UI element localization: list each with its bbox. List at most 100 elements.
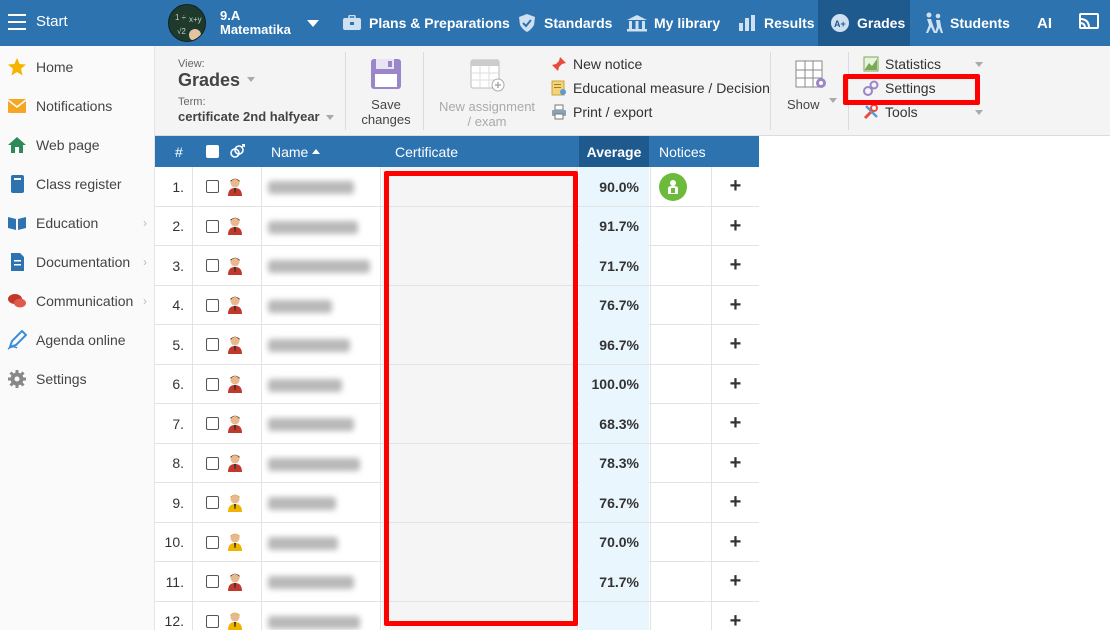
certificate-cell[interactable] [382,562,578,601]
add-grade-button[interactable]: + [712,207,759,246]
sidebar-item-class-register[interactable]: Class register [0,164,155,203]
header-name[interactable]: Name [271,136,321,167]
student-name-blurred[interactable] [261,601,381,630]
notice-cell[interactable] [650,206,712,246]
student-name-blurred[interactable] [261,562,381,601]
add-grade-button[interactable]: + [712,444,759,483]
student-name-blurred[interactable] [261,364,381,404]
notice-cell[interactable] [650,562,712,601]
certificate-cell[interactable] [382,364,578,404]
nav-my-library[interactable]: My library [626,0,720,46]
add-grade-button[interactable]: + [712,286,759,325]
add-grade-button[interactable]: + [712,404,759,443]
notice-cell[interactable] [650,522,712,562]
notice-cell[interactable] [650,601,712,630]
nav-results[interactable]: Results [736,0,815,46]
settings-button[interactable]: Settings [863,78,936,98]
certificate-cell[interactable] [382,167,578,206]
add-grade-button[interactable]: + [712,483,759,522]
certificate-cell[interactable] [382,522,578,562]
notice-cell[interactable] [650,364,712,404]
tools-button[interactable]: Tools [863,102,918,122]
row-checkbox[interactable] [206,523,219,562]
certificate-cell[interactable] [382,483,578,522]
notice-cell[interactable] [650,443,712,483]
certificate-cell[interactable] [382,601,578,630]
sidebar-item-education[interactable]: Education › [0,203,155,242]
sidebar-item-web-page[interactable]: Web page [0,125,155,164]
notice-cell[interactable] [650,404,712,443]
certificate-cell[interactable] [382,206,578,246]
row-checkbox[interactable] [206,483,219,522]
nav-plans-preparations[interactable]: Plans & Preparations [341,0,510,46]
student-name-blurred[interactable] [261,325,381,364]
row-checkbox[interactable] [206,602,219,630]
add-grade-button[interactable]: + [712,246,759,285]
notice-cell[interactable] [650,285,712,325]
sidebar-item-communication[interactable]: Communication › [0,281,155,320]
certificate-cell[interactable] [382,443,578,483]
student-name-blurred[interactable] [261,443,381,483]
cast-screen-icon[interactable] [1078,12,1100,32]
row-checkbox[interactable] [206,365,219,404]
add-grade-button[interactable]: + [712,325,759,364]
sidebar-item-home[interactable]: Home [0,47,155,86]
sidebar-item-agenda-online[interactable]: Agenda online [0,320,155,359]
add-grade-button[interactable]: + [712,602,759,630]
table-row: 1. 90.0% + [155,167,759,207]
nav-ai[interactable]: AI [1037,0,1052,46]
print-export-button[interactable]: Print / export [551,102,652,122]
start-link[interactable]: Start [36,13,68,30]
notice-cell[interactable] [650,325,712,364]
term-selector[interactable]: certificate 2nd halfyear [178,109,320,124]
notice-cell[interactable] [650,483,712,522]
chevron-down-icon [326,115,334,120]
add-grade-button[interactable]: + [712,523,759,562]
notice-badge-icon[interactable] [659,172,687,201]
student-name-blurred[interactable] [261,522,381,562]
statistics-button[interactable]: Statistics [863,54,941,74]
notice-cell[interactable] [650,246,712,285]
add-grade-button[interactable]: + [712,167,759,206]
save-changes-button[interactable]: Save changes [358,58,414,127]
add-grade-button[interactable]: + [712,562,759,601]
row-number: 8. [155,443,193,483]
show-button[interactable]: Show [783,60,839,112]
student-name-blurred[interactable] [261,285,381,325]
sidebar-item-documentation[interactable]: Documentation › [0,242,155,281]
header-average[interactable]: Average [579,136,649,167]
new-notice-button[interactable]: New notice [551,54,642,74]
certificate-cell[interactable] [382,246,578,285]
educational-measure-button[interactable]: Educational measure / Decision [551,78,770,98]
row-checkbox[interactable] [206,325,219,364]
row-checkbox[interactable] [206,246,219,285]
nav-standards[interactable]: Standards [516,0,612,46]
row-checkbox[interactable] [206,167,219,206]
certificate-cell[interactable] [382,404,578,443]
student-name-blurred[interactable] [261,404,381,443]
nav-grades[interactable]: A+ Grades [818,0,910,46]
nav-students[interactable]: Students [922,0,1010,46]
student-name-blurred[interactable] [261,167,381,206]
sidebar-item-settings[interactable]: Settings [0,359,155,398]
gender-icon[interactable] [229,136,245,167]
new-assignment-button[interactable]: New assignment / exam [435,58,539,129]
add-grade-button[interactable]: + [712,365,759,404]
row-checkbox[interactable] [206,562,219,601]
student-name-blurred[interactable] [261,206,381,246]
pen-icon [7,329,27,350]
certificate-cell[interactable] [382,285,578,325]
view-selector[interactable]: Grades [178,70,240,91]
row-checkbox[interactable] [206,444,219,483]
row-checkbox[interactable] [206,207,219,246]
sidebar-item-notifications[interactable]: Notifications [0,86,155,125]
student-name-blurred[interactable] [261,246,381,285]
select-all-checkbox[interactable] [206,136,219,167]
notice-cell[interactable] [650,167,712,206]
certificate-cell[interactable] [382,325,578,364]
class-selector[interactable]: 1 ÷ x+y √2 9.A Matematika [168,4,319,42]
row-checkbox[interactable] [206,404,219,443]
row-checkbox[interactable] [206,286,219,325]
student-name-blurred[interactable] [261,483,381,522]
hamburger-menu-icon[interactable] [8,14,26,30]
